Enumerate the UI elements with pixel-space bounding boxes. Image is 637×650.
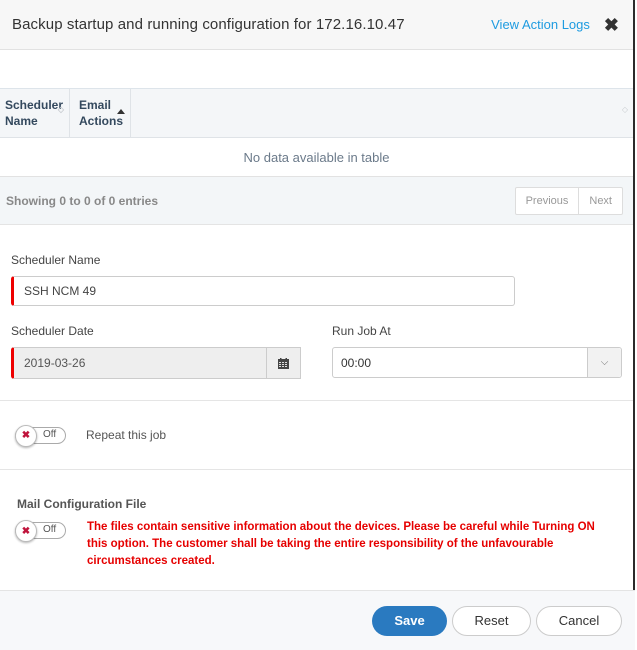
pagination: Previous Next [514, 186, 623, 215]
column-header-empty[interactable]: ◇ [131, 89, 633, 137]
next-page-button[interactable]: Next [578, 187, 622, 214]
scheduler-form: Scheduler Name SSH NCM 49 Scheduler Date… [0, 253, 633, 379]
backup-modal: Backup startup and running configuration… [0, 0, 635, 650]
chevron-down-icon[interactable]: ⌵ [587, 348, 621, 377]
run-job-select[interactable]: 00:00 ⌵ [332, 347, 622, 378]
sensitive-info-warning: The files contain sensitive information … [87, 521, 595, 567]
calendar-button[interactable] [267, 347, 301, 379]
save-button[interactable]: Save [372, 605, 447, 636]
scheduler-name-value: SSH NCM 49 [24, 284, 97, 298]
mail-config-section: Mail Configuration File ✖ Off The files … [0, 469, 633, 591]
run-job-label: Run Job At [332, 324, 391, 338]
mail-config-title: Mail Configuration File [17, 497, 147, 511]
modal-footer: Save Reset Cancel [0, 590, 635, 650]
scheduler-name-input[interactable]: SSH NCM 49 [11, 276, 515, 306]
view-action-logs-link[interactable]: View Action Logs [491, 17, 590, 32]
mail-config-toggle[interactable]: ✖ Off [15, 520, 66, 542]
table-info: Showing 0 to 0 of 0 entries [6, 193, 159, 208]
scheduler-date-input[interactable]: 2019-03-26 [11, 347, 267, 379]
cancel-button[interactable]: Cancel [536, 605, 622, 636]
date-input-group: 2019-03-26 [11, 347, 301, 379]
toggle-state-label: Off [43, 524, 57, 535]
mail-config-row: ✖ Off The files contain sensitive inform… [15, 520, 616, 570]
column-label: Actions [79, 114, 124, 128]
previous-page-button[interactable]: Previous [516, 188, 579, 214]
sort-both-icon: ◇ [621, 105, 628, 114]
modal-header: Backup startup and running configuration… [0, 0, 633, 50]
scheduler-date-group: Scheduler Date 2019-03-26 [11, 324, 332, 379]
scheduler-date-label: Scheduler Date [11, 324, 94, 338]
table-toolbar-spacer [0, 50, 633, 89]
column-label: Name [5, 114, 38, 128]
calendar-icon [278, 357, 289, 369]
x-icon: ✖ [15, 424, 37, 447]
repeat-section: ✖ Off Repeat this job [0, 400, 633, 469]
modal-title: Backup startup and running configuration… [12, 16, 405, 33]
scheduler-date-value: 2019-03-26 [24, 356, 86, 370]
x-icon: ✖ [15, 520, 37, 542]
table-footer: Showing 0 to 0 of 0 entries Previous Nex… [0, 177, 633, 225]
repeat-job-toggle[interactable]: ✖ Off [15, 424, 66, 447]
empty-table-message: No data available in table [0, 138, 633, 177]
table-header: Scheduler Name ◇ Email Actions ◇ [0, 89, 633, 138]
scheduler-name-label: Scheduler Name [11, 253, 101, 267]
run-job-group: Run Job At 00:00 ⌵ [332, 324, 622, 379]
reset-button[interactable]: Reset [452, 605, 531, 636]
column-header-scheduler-name[interactable]: Scheduler Name ◇ [0, 89, 70, 137]
close-icon[interactable]: ✖ [604, 16, 619, 34]
column-header-email-actions[interactable]: Email Actions [70, 89, 131, 137]
sort-ascending-icon [117, 109, 125, 114]
date-time-row: Scheduler Date 2019-03-26 Run Job At 00:… [11, 324, 622, 379]
repeat-job-label: Repeat this job [86, 428, 167, 442]
run-job-value: 00:00 [341, 355, 372, 370]
sort-both-icon: ◇ [57, 105, 64, 114]
toggle-state-label: Off [43, 428, 57, 440]
column-label: Scheduler [5, 98, 64, 112]
